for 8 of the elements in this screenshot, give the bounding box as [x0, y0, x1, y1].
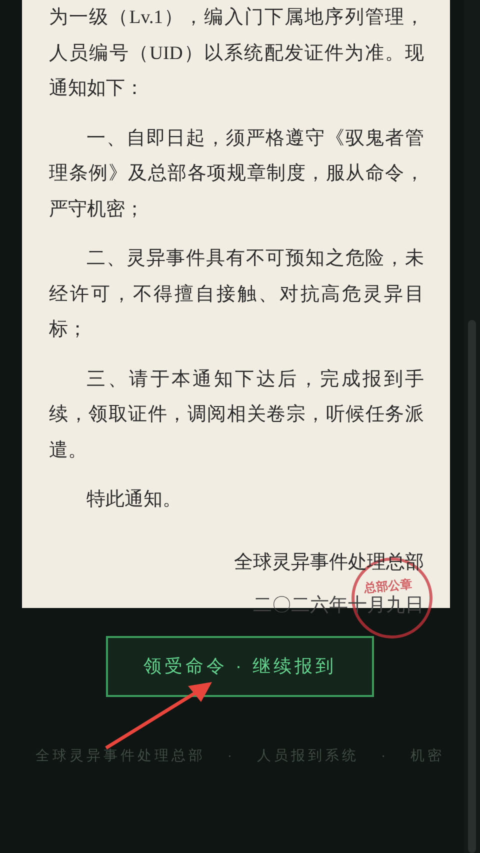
notice-paragraph: 二、灵异事件具有不可预知之危险，未经许可，不得擅自接触、对抗高危灵异目标； [49, 247, 424, 342]
accept-button[interactable]: 领受命令 · 继续报到 [106, 636, 374, 697]
notice-paragraph: 为一级（Lv.1），编入门下属地序列管理，人员编号（UID）以系统配发证件为准。现通知如下： [49, 6, 424, 101]
footer-text: · [227, 746, 235, 765]
footer-text: · [381, 746, 389, 765]
notice-paragraph: 一、自即日起，须严格遵守《驭鬼者管理条例》及总部各项规章制度，服从命令，严守机密； [49, 126, 424, 222]
notice-paragraph: 三、请于本通知下达后，完成报到手续，领取证件，调阅相关卷宗，听候任务派遣。 [49, 368, 424, 462]
notice-paragraph: 特此通知。 [86, 488, 183, 512]
